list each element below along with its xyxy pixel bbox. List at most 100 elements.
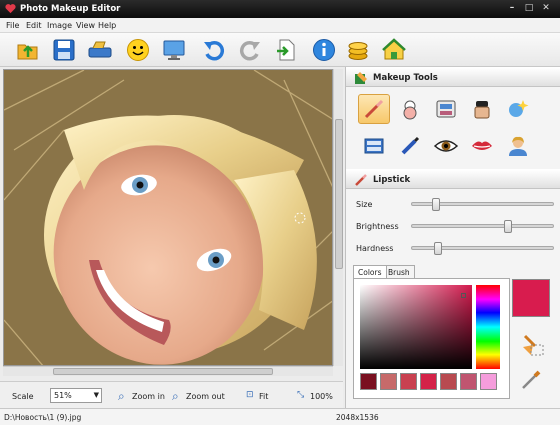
sparkle-icon — [509, 100, 529, 117]
tools-panel: Makeup Tools Lipstick Size Brightness Ha… — [345, 67, 560, 408]
blush-compact-icon — [403, 100, 417, 120]
eyedropper-icon — [522, 370, 541, 389]
color-swatch[interactable] — [420, 373, 437, 390]
vertical-scrollbar[interactable] — [333, 69, 343, 366]
home-button[interactable] — [380, 36, 408, 64]
horizontal-scroll-thumb[interactable] — [53, 368, 273, 375]
tool-eyeshadow[interactable] — [430, 94, 462, 124]
tool-person[interactable] — [502, 131, 534, 161]
size-slider[interactable] — [411, 198, 554, 211]
photo-canvas[interactable] — [3, 69, 333, 366]
redo-icon — [240, 41, 260, 61]
tool-lipstick[interactable] — [358, 94, 390, 124]
fill-button[interactable] — [519, 333, 545, 357]
zoom-out-icon: ⌕ — [172, 389, 179, 403]
save-button[interactable] — [50, 36, 78, 64]
save-icon — [53, 39, 75, 61]
coins-icon — [348, 42, 368, 60]
maximize-button[interactable]: □ — [522, 3, 536, 14]
vertical-scroll-thumb[interactable] — [335, 119, 343, 269]
color-marker[interactable] — [461, 293, 466, 298]
zoom-out-button[interactable]: Zoom out — [186, 392, 225, 401]
brightness-label: Brightness — [356, 222, 399, 231]
window-title: Photo Makeup Editor — [20, 4, 121, 14]
eye-icon — [434, 140, 458, 152]
color-swatch[interactable] — [440, 373, 457, 390]
chevron-down-icon: ▼ — [93, 391, 99, 399]
hardness-slider[interactable] — [411, 242, 554, 255]
toolbar — [0, 33, 560, 67]
lips-icon — [472, 141, 492, 150]
export-button[interactable] — [272, 36, 300, 64]
tool-eyeliner[interactable] — [394, 131, 426, 161]
saturation-value-field[interactable] — [360, 285, 472, 369]
color-swatch[interactable] — [460, 373, 477, 390]
tab-colors[interactable]: Colors — [353, 265, 387, 278]
app-heart-icon — [5, 4, 16, 14]
eyeshadow-palette-icon — [436, 100, 456, 118]
tool-eye[interactable] — [430, 131, 462, 161]
menu-file[interactable]: File — [6, 21, 19, 30]
lipstick-title: Lipstick — [373, 175, 411, 185]
tool-lips[interactable] — [466, 131, 498, 161]
menu-help[interactable]: Help — [98, 21, 116, 30]
info-button[interactable] — [310, 36, 338, 64]
file-path: D:\Новость\1 (9).jpg — [4, 413, 82, 422]
monitor-icon — [163, 40, 185, 60]
fit-button[interactable]: Fit — [259, 392, 268, 401]
tab-brush[interactable]: Brush — [383, 265, 415, 278]
zoom-in-button[interactable]: Zoom in — [132, 392, 165, 401]
actual-size-button[interactable]: 100% — [310, 392, 333, 401]
fit-icon: ⊡ — [246, 390, 254, 400]
scale-label: Scale — [12, 392, 34, 401]
size-slider-thumb[interactable] — [432, 198, 440, 211]
undo-icon — [204, 41, 224, 61]
scale-select[interactable]: 51% ▼ — [50, 388, 102, 403]
lipstick-brush-icon — [364, 99, 384, 119]
lipstick-header: Lipstick — [346, 169, 560, 189]
scale-value: 51% — [54, 391, 72, 400]
smiley-button[interactable] — [124, 36, 152, 64]
menu-image[interactable]: Image — [47, 21, 72, 30]
makeup-tools-title: Makeup Tools — [373, 73, 438, 83]
scanner-button[interactable] — [86, 36, 114, 64]
open-button[interactable] — [14, 36, 42, 64]
photo-image — [4, 70, 332, 365]
tool-sparkle[interactable] — [502, 94, 534, 124]
makeup-tools-header: Makeup Tools — [346, 67, 560, 87]
eyedropper-button[interactable] — [519, 367, 545, 391]
zoom-in-icon: ⌕ — [118, 389, 125, 403]
brightness-slider[interactable] — [411, 220, 554, 233]
minimize-button[interactable]: – — [505, 3, 519, 14]
color-swatch[interactable] — [380, 373, 397, 390]
redo-button[interactable] — [236, 36, 264, 64]
makeup-tools-icon — [355, 72, 367, 84]
menu-edit[interactable]: Edit — [26, 21, 42, 30]
color-swatch[interactable] — [480, 373, 497, 390]
horizontal-scrollbar[interactable] — [3, 366, 333, 376]
hue-bar[interactable] — [476, 285, 500, 369]
coins-button[interactable] — [344, 36, 372, 64]
color-picker — [353, 278, 510, 399]
tool-foundation[interactable] — [466, 94, 498, 124]
eyeshadow-kit-icon — [364, 138, 384, 154]
actual-size-icon: ⤡ — [297, 390, 305, 400]
color-swatch[interactable] — [400, 373, 417, 390]
title-bar: Photo Makeup Editor – □ ✕ — [0, 0, 560, 18]
menu-view[interactable]: View — [76, 21, 95, 30]
tool-blush[interactable] — [394, 94, 426, 124]
open-icon — [17, 44, 38, 60]
monitor-button[interactable] — [160, 36, 188, 64]
close-button[interactable]: ✕ — [539, 3, 553, 14]
undo-button[interactable] — [200, 36, 228, 64]
paint-bucket-icon — [523, 334, 544, 356]
export-icon — [277, 39, 295, 61]
hardness-slider-thumb[interactable] — [434, 242, 442, 255]
brightness-slider-thumb[interactable] — [504, 220, 512, 233]
current-color-swatch[interactable] — [512, 279, 550, 317]
eyeliner-pencil-icon — [401, 136, 420, 155]
color-swatch[interactable] — [360, 373, 377, 390]
tool-eyeshadow-kit[interactable] — [358, 131, 390, 161]
status-bar: D:\Новость\1 (9).jpg 2048x1536 — [0, 408, 560, 425]
hardness-label: Hardness — [356, 244, 394, 253]
